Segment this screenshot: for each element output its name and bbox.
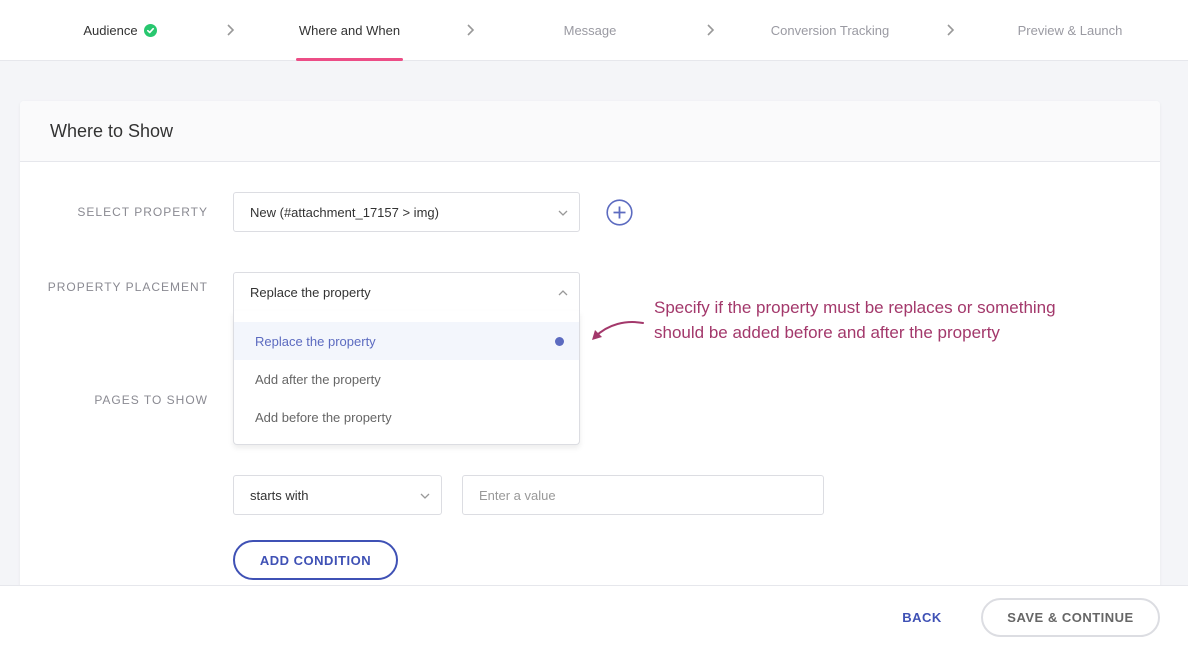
condition-value-input[interactable]: Enter a value <box>462 475 824 515</box>
add-condition-button[interactable]: ADD CONDITION <box>233 540 398 580</box>
step-label: Audience <box>83 23 138 38</box>
select-property-dropdown[interactable]: New (#attachment_17157 > img) <box>233 192 580 232</box>
select-property-label: SELECT PROPERTY <box>77 205 208 219</box>
step-label: Message <box>563 23 617 38</box>
step-message[interactable]: Message <box>540 0 640 61</box>
annotation-arrow-icon <box>592 321 644 340</box>
active-step-underline <box>296 58 403 61</box>
menu-option-add-after[interactable]: Add after the property <box>234 360 579 398</box>
check-circle-icon <box>143 24 157 37</box>
chevron-right-icon <box>227 24 235 36</box>
property-placement-value: Replace the property <box>250 284 371 300</box>
property-placement-label: PROPERTY PLACEMENT <box>47 280 208 294</box>
wizard-stepper: Audience Where and When Message Conversi… <box>0 0 1188 61</box>
selected-dot-icon <box>555 337 564 346</box>
property-placement-menu: Replace the property Add after the prope… <box>233 311 580 445</box>
add-property-icon[interactable] <box>606 199 633 226</box>
option-label: Add before the property <box>255 409 392 425</box>
where-to-show-card: Where to Show SELECT PROPERTY New (#atta… <box>20 101 1160 601</box>
card-title: Where to Show <box>20 101 1160 162</box>
chevron-up-icon <box>558 290 568 296</box>
step-label: Conversion Tracking <box>770 23 890 38</box>
back-button[interactable]: BACK <box>882 604 962 630</box>
chevron-right-icon <box>947 24 955 36</box>
condition-operator-value: starts with <box>250 487 309 503</box>
pages-to-show-label: PAGES TO SHOW <box>94 393 208 407</box>
select-property-value: New (#attachment_17157 > img) <box>250 204 439 220</box>
step-label: Where and When <box>298 23 401 38</box>
step-preview-launch[interactable]: Preview & Launch <box>1005 0 1135 61</box>
chevron-down-icon <box>420 493 430 499</box>
step-audience[interactable]: Audience <box>60 0 180 61</box>
option-label: Replace the property <box>255 333 376 349</box>
condition-operator-select[interactable]: starts with <box>233 475 442 515</box>
menu-option-replace[interactable]: Replace the property <box>234 322 579 360</box>
save-continue-button[interactable]: SAVE & CONTINUE <box>981 598 1160 637</box>
footer-bar: BACK SAVE & CONTINUE <box>0 585 1188 647</box>
annotation-text: Specify if the property must be replaces… <box>654 298 1056 342</box>
step-conversion-tracking[interactable]: Conversion Tracking <box>755 0 905 61</box>
condition-value-placeholder: Enter a value <box>479 487 556 503</box>
step-label: Preview & Launch <box>1017 23 1123 38</box>
option-label: Add after the property <box>255 371 381 387</box>
chevron-right-icon <box>467 24 475 36</box>
chevron-right-icon <box>707 24 715 36</box>
menu-option-add-before[interactable]: Add before the property <box>234 398 579 436</box>
property-placement-dropdown[interactable]: Replace the property <box>233 272 580 312</box>
chevron-down-icon <box>558 210 568 216</box>
step-where-and-when[interactable]: Where and When <box>296 0 403 61</box>
